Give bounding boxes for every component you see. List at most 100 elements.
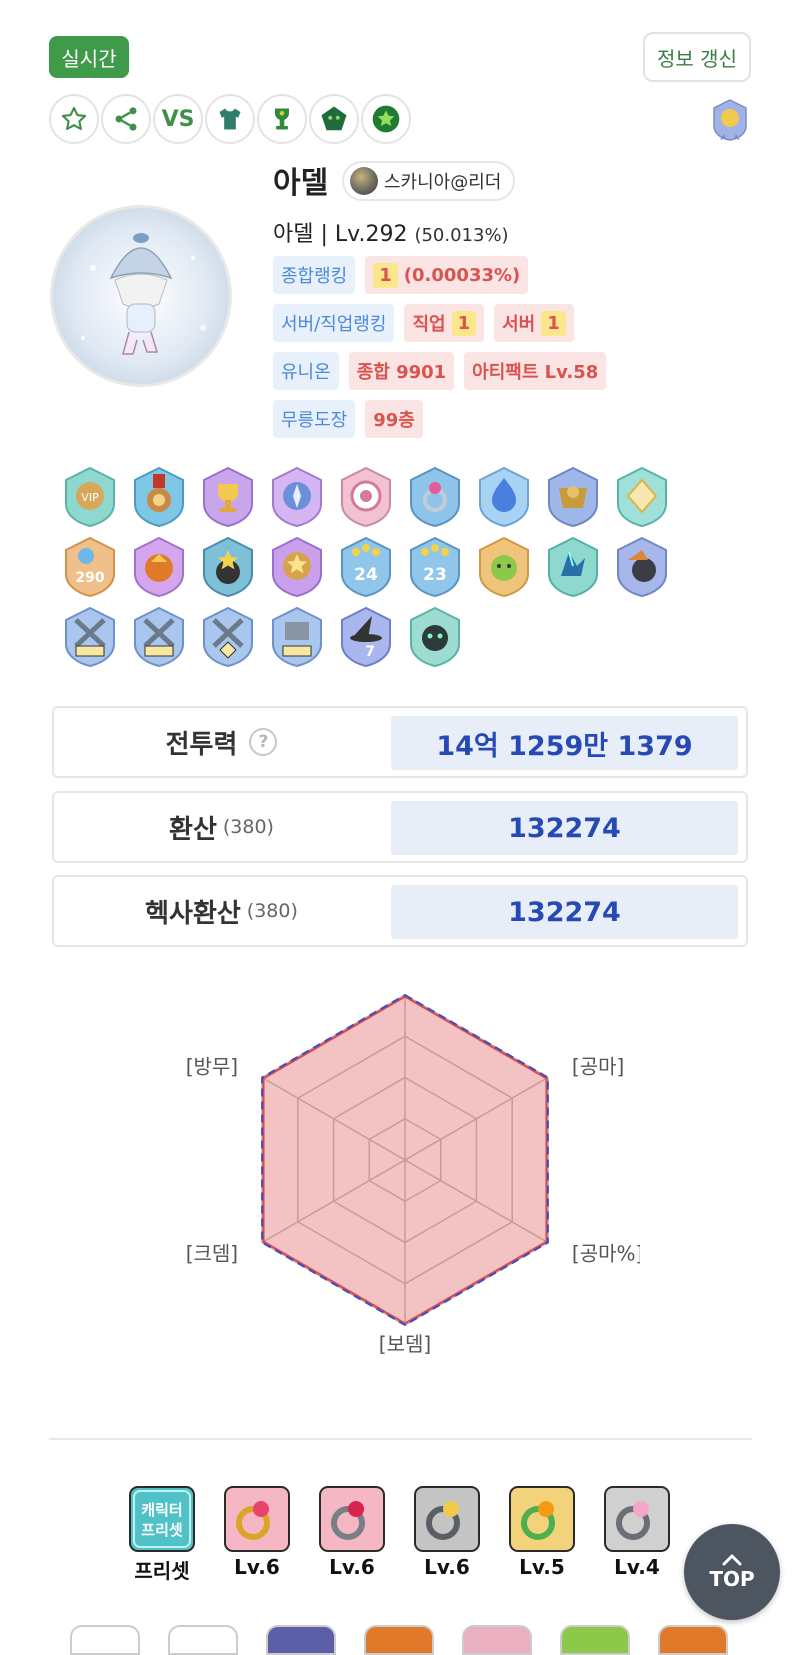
ring-level-label: Lv.6 bbox=[234, 1555, 280, 1579]
strip-item[interactable] bbox=[560, 1625, 630, 1655]
strip-item[interactable] bbox=[168, 1625, 238, 1655]
union-button[interactable] bbox=[309, 94, 359, 144]
armor-badge-icon[interactable] bbox=[545, 466, 601, 528]
union-label[interactable]: 유니온 bbox=[273, 352, 339, 390]
dragon-badge-icon[interactable] bbox=[131, 536, 187, 598]
scroll-top-button[interactable]: TOP bbox=[684, 1524, 780, 1620]
combat-power-label: 전투력 bbox=[165, 729, 238, 760]
trophy-badge-icon[interactable] bbox=[200, 466, 256, 528]
ring-level-label: Lv.5 bbox=[519, 1555, 565, 1579]
diamond-badge-icon[interactable] bbox=[614, 466, 670, 528]
ring-green-icon bbox=[509, 1486, 575, 1552]
overall-rank-number: 1 bbox=[373, 262, 398, 288]
emblem-icon[interactable] bbox=[710, 98, 750, 142]
strip-item[interactable] bbox=[658, 1625, 728, 1655]
ring-preset-item[interactable]: Lv.6 bbox=[222, 1485, 292, 1579]
server-job-ranking-label[interactable]: 서버/직업랭킹 bbox=[273, 304, 395, 342]
vip-badge-icon[interactable]: VIP bbox=[62, 466, 118, 528]
server-ranking-label: 서버 bbox=[502, 314, 536, 335]
ring-preset-item[interactable]: Lv.5 bbox=[507, 1485, 577, 1579]
help-icon[interactable]: ? bbox=[249, 728, 278, 756]
overall-ranking-label[interactable]: 종합랭킹 bbox=[273, 256, 356, 294]
hat-rock-badge-icon[interactable] bbox=[614, 536, 670, 598]
refresh-info-button[interactable]: 정보 갱신 bbox=[643, 32, 751, 82]
ring-level-label: Lv.6 bbox=[424, 1555, 470, 1579]
gold-star-badge-icon[interactable] bbox=[269, 536, 325, 598]
strip-item[interactable] bbox=[462, 1625, 532, 1655]
blue-flame-badge-icon[interactable] bbox=[476, 466, 532, 528]
vs-button[interactable]: VS bbox=[153, 94, 203, 144]
slime-badge-icon[interactable] bbox=[476, 536, 532, 598]
svg-text:캐릭터: 캐릭터 bbox=[141, 1501, 182, 1519]
job-rank-number: 1 bbox=[451, 310, 477, 336]
medal-badge-icon[interactable] bbox=[131, 466, 187, 528]
badge-24-label: 24 bbox=[354, 565, 378, 585]
union-row: 유니온 종합 9901 아티팩트 Lv.58 bbox=[273, 352, 607, 390]
stars-24-badge-icon[interactable]: 24 bbox=[338, 536, 394, 598]
strip-item[interactable] bbox=[266, 1625, 336, 1655]
server-job-ranking-row: 서버/직업랭킹 직업 1 서버 1 bbox=[273, 304, 574, 342]
guild-name: 스카니아@리더 bbox=[384, 172, 502, 193]
equipment-button[interactable] bbox=[205, 94, 255, 144]
convert-stat-box: 환산 (380) 132274 bbox=[52, 791, 748, 863]
dark-star-badge-icon[interactable] bbox=[200, 536, 256, 598]
strip-item[interactable] bbox=[70, 1625, 140, 1655]
badge-290-label: 290 bbox=[75, 570, 104, 586]
ring-preset-item[interactable]: Lv.6 bbox=[317, 1485, 387, 1579]
next-section-strip bbox=[70, 1625, 730, 1655]
preset-label: 프리셋 bbox=[134, 1559, 190, 1583]
ring-preset-item[interactable]: Lv.4 bbox=[602, 1485, 672, 1579]
overall-rank-percent: (0.00033%) bbox=[403, 264, 521, 286]
chevron-up-icon bbox=[722, 1554, 742, 1566]
separator: | bbox=[320, 222, 335, 247]
vs-label: VS bbox=[161, 106, 195, 132]
character-avatar bbox=[50, 205, 232, 387]
top-label: TOP bbox=[709, 1567, 755, 1591]
job-ranking-value: 직업 1 bbox=[404, 304, 485, 342]
badge-23-label: 23 bbox=[423, 565, 447, 585]
convert-sub: (380) bbox=[222, 816, 274, 838]
convert-value: 132274 bbox=[391, 801, 738, 855]
radar-axis-label: [공마%] bbox=[572, 1242, 640, 1266]
ring-level-label: Lv.6 bbox=[329, 1555, 375, 1579]
crystal-badge-icon[interactable] bbox=[545, 536, 601, 598]
witch-hat-badge-icon[interactable]: 7 bbox=[338, 606, 394, 668]
level-290-badge-icon[interactable]: 290 bbox=[62, 536, 118, 598]
ring-badge-icon[interactable] bbox=[407, 466, 463, 528]
radar-axis-label: [공마] bbox=[572, 1055, 624, 1079]
character-preset-item[interactable]: 캐릭터 프리셋 프리셋 bbox=[127, 1485, 197, 1584]
ring-preset-item[interactable]: Lv.6 bbox=[412, 1485, 482, 1579]
server-rank-number: 1 bbox=[541, 310, 566, 336]
dojo-label[interactable]: 무릉도장 bbox=[273, 400, 356, 438]
swords-badge-icon[interactable] bbox=[200, 606, 256, 668]
achievement-button[interactable] bbox=[361, 94, 411, 144]
target-badge-icon[interactable] bbox=[338, 466, 394, 528]
ring-gold-icon bbox=[224, 1486, 290, 1552]
trophy-icon bbox=[275, 108, 289, 130]
swords-badge-icon[interactable] bbox=[62, 606, 118, 668]
stars-23-badge-icon[interactable]: 23 bbox=[407, 536, 463, 598]
svg-text:프리셋: 프리셋 bbox=[141, 1521, 183, 1539]
convert-label-wrap: 환산 (380) bbox=[54, 793, 389, 861]
realtime-badge[interactable]: 실시간 bbox=[49, 36, 129, 78]
radar-axis-label: [보뎀] bbox=[379, 1332, 431, 1356]
server-ranking-value: 서버 1 bbox=[494, 304, 574, 342]
swords-badge-icon[interactable] bbox=[131, 606, 187, 668]
share-button[interactable] bbox=[101, 94, 151, 144]
character-preset-icon: 캐릭터 프리셋 bbox=[129, 1486, 195, 1552]
strip-item[interactable] bbox=[364, 1625, 434, 1655]
dojo-floor: 99층 bbox=[365, 400, 423, 438]
helm-badge-icon[interactable] bbox=[269, 606, 325, 668]
level-line: 아델 | Lv.292 (50.013%) bbox=[273, 216, 509, 248]
combat-power-box: 전투력 ? 14억 1259만 1379 bbox=[52, 706, 748, 778]
trophy-button[interactable] bbox=[257, 94, 307, 144]
radar-axis-label: [크뎀] bbox=[186, 1242, 238, 1266]
stat-radar-chart: [스탯][공마][공마%][보뎀][크뎀][방무] bbox=[186, 993, 640, 1356]
guild-chip[interactable]: 스카니아@리더 bbox=[342, 161, 516, 201]
level: Lv.292 bbox=[334, 222, 408, 247]
favorite-button[interactable] bbox=[49, 94, 99, 144]
crest-badge-icon[interactable] bbox=[269, 466, 325, 528]
combat-power-label-wrap: 전투력 ? bbox=[54, 708, 389, 776]
dark-skull-badge-icon[interactable] bbox=[407, 606, 463, 668]
hexa-convert-box: 헥사환산 (380) 132274 bbox=[52, 875, 748, 947]
